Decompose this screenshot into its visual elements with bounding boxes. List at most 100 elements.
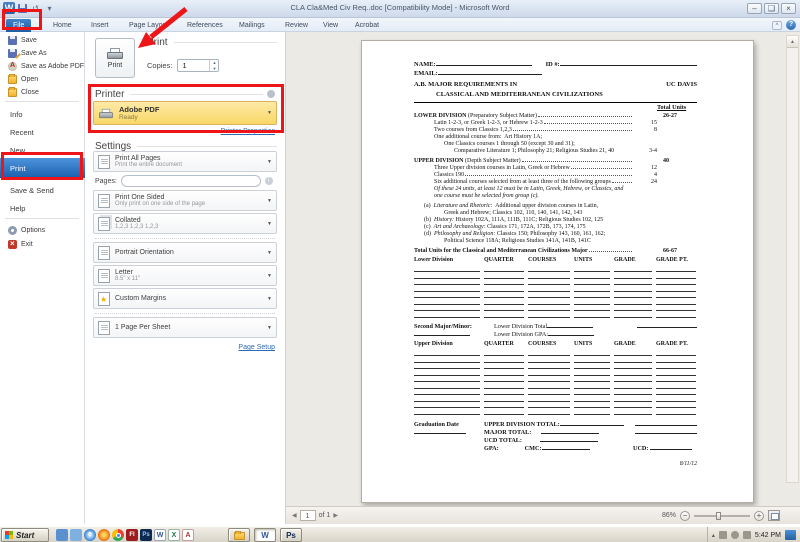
window-icon[interactable]: [70, 529, 82, 541]
clock[interactable]: 5:42 PM: [755, 532, 781, 539]
access-icon[interactable]: A: [182, 529, 194, 541]
photoshop-icon[interactable]: Ps: [140, 529, 152, 541]
next-page-icon[interactable]: ▶: [333, 512, 338, 519]
sidebar-item-open[interactable]: Open: [0, 73, 85, 86]
tab-acrobat[interactable]: Acrobat: [348, 19, 386, 32]
sidebar-item-help[interactable]: Help: [0, 200, 85, 216]
printer-icon: [99, 108, 113, 117]
flash-icon[interactable]: Fl: [126, 529, 138, 541]
sidebar-item-exit[interactable]: Exit: [0, 238, 85, 251]
chrome-icon[interactable]: [112, 529, 124, 541]
minimize-ribbon-icon[interactable]: ^: [772, 21, 782, 30]
folder-task-button[interactable]: [228, 528, 250, 542]
tab-references[interactable]: References: [180, 19, 230, 32]
photoshop-task-button[interactable]: Ps: [280, 528, 302, 542]
options-gear-icon: [8, 226, 17, 235]
document-line: One Classics courses 1 through 50 (excep…: [414, 141, 697, 148]
tray-network-icon[interactable]: [731, 531, 739, 539]
sidebar-item-save-and-send[interactable]: Save & Send: [0, 182, 85, 198]
tab-insert[interactable]: Insert: [84, 19, 116, 32]
close-button[interactable]: ×: [781, 3, 796, 14]
help-icon[interactable]: ?: [786, 20, 796, 30]
zoom-slider-thumb[interactable]: [716, 512, 721, 520]
previous-page-icon[interactable]: ◀: [292, 512, 297, 519]
print-range-dropdown[interactable]: Print All PagesPrint the entire document…: [93, 151, 277, 172]
excel-icon[interactable]: X: [168, 529, 180, 541]
sidebar-item-save[interactable]: Save: [0, 34, 85, 47]
show-desktop-edge-icon[interactable]: [785, 530, 796, 540]
print-button[interactable]: Print: [95, 38, 135, 78]
doc-footer-date: 8/11/12: [414, 461, 697, 467]
sidebar-item-save-as-adobe-pdf[interactable]: Save as Adobe PDF: [0, 60, 85, 73]
zoom-to-page-icon[interactable]: [768, 510, 780, 521]
chevron-down-icon: ▼: [267, 273, 272, 279]
duplex-dropdown[interactable]: Print One SidedOnly print on one side of…: [93, 190, 277, 211]
pages-per-sheet-dropdown[interactable]: 1 Page Per Sheet ▼: [93, 317, 277, 338]
tray-expand-icon[interactable]: ▴: [712, 532, 715, 539]
document-line: Political Science 118A; Religious Studie…: [414, 238, 697, 245]
copies-label: Copies:: [147, 61, 172, 70]
word-task-button[interactable]: W: [254, 528, 276, 542]
zoom-out-icon[interactable]: −: [680, 511, 690, 521]
preview-scrollbar[interactable]: ▲: [786, 35, 799, 483]
zoom-percentage[interactable]: 86%: [662, 512, 676, 519]
show-desktop-icon[interactable]: [56, 529, 68, 541]
scroll-up-icon[interactable]: ▲: [787, 36, 798, 48]
printer-heading: Printer: [95, 89, 263, 100]
doc-title-row2: CLASSICAL AND MEDITERRANEAN CIVILIZATION…: [414, 91, 697, 100]
exit-icon: [8, 240, 17, 249]
info-icon: i: [265, 177, 273, 185]
upper-division-table-header: Upper Division QUARTER COURSES UNITS GRA…: [414, 341, 697, 350]
orientation-dropdown[interactable]: Portrait Orientation ▼: [93, 242, 277, 263]
restore-button[interactable]: ❑: [764, 3, 779, 14]
tab-view[interactable]: View: [316, 19, 345, 32]
zoom-slider[interactable]: [694, 515, 750, 517]
tab-mailings[interactable]: Mailings: [232, 19, 272, 32]
internet-explorer-icon[interactable]: e: [84, 529, 96, 541]
status-bar: ◀ 1 of 1 ▶ 86% − +: [286, 506, 800, 524]
tab-home[interactable]: Home: [46, 19, 79, 32]
tab-file[interactable]: File: [6, 19, 31, 32]
sidebar-item-new[interactable]: New: [0, 142, 85, 158]
copies-stepper[interactable]: 1 ▲▼: [177, 59, 219, 72]
print-heading: Print: [147, 37, 277, 48]
printer-selector[interactable]: Adobe PDF Ready ▼: [93, 101, 277, 125]
chevron-down-icon: ▼: [267, 296, 272, 302]
minimize-button[interactable]: –: [747, 3, 762, 14]
word-icon[interactable]: W: [154, 529, 166, 541]
printer-icon: [107, 48, 123, 59]
paper-size-icon: [98, 269, 110, 283]
tray-volume-icon[interactable]: [743, 531, 751, 539]
current-page-input[interactable]: 1: [300, 510, 316, 521]
collation-dropdown[interactable]: Collated1,2,3 1,2,3 1,2,3 ▼: [93, 213, 277, 234]
zoom-in-icon[interactable]: +: [754, 511, 764, 521]
tab-page-layout[interactable]: Page Layout: [122, 19, 175, 32]
margins-dropdown[interactable]: Custom Margins ▼: [93, 288, 277, 309]
document-line: (b) History: History 102A, 111A, 111B, 1…: [414, 217, 697, 224]
sidebar-item-info[interactable]: Info: [0, 106, 85, 122]
sidebar-item-options[interactable]: Options: [0, 224, 85, 237]
document-line: LOWER DIVISION (Preparatory Subject Matt…: [414, 113, 697, 120]
sidebar-item-save-as[interactable]: Save As: [0, 47, 85, 60]
sidebar-item-print[interactable]: Print: [0, 158, 85, 178]
chevron-down-icon: ▼: [267, 198, 272, 204]
document-preview-page: NAME: ID #: EMAIL: A.B. MAJOR REQUIREMEN…: [361, 40, 754, 503]
folder-icon: [234, 532, 245, 540]
pages-input[interactable]: [121, 175, 261, 187]
sidebar-item-close[interactable]: Close: [0, 86, 85, 99]
copies-spin-arrows[interactable]: ▲▼: [209, 60, 218, 71]
sidebar-item-recent[interactable]: Recent: [0, 124, 85, 140]
page-setup-link[interactable]: Page Setup: [238, 344, 275, 351]
printer-status: Ready: [119, 114, 159, 121]
chevron-down-icon: ▼: [267, 221, 272, 227]
start-button[interactable]: Start: [1, 528, 49, 542]
tab-review[interactable]: Review: [278, 19, 315, 32]
tray-flag-icon[interactable]: [719, 531, 727, 539]
open-folder-icon: [8, 75, 17, 84]
printer-properties-link[interactable]: Printer Properties: [221, 128, 275, 135]
chevron-down-icon: ▼: [267, 325, 272, 331]
doc-name-row: NAME: ID #:: [414, 61, 697, 70]
firefox-icon[interactable]: [98, 529, 110, 541]
document-line: one course must be selected from group (…: [414, 193, 697, 200]
paper-size-dropdown[interactable]: Letter8.5" x 11" ▼: [93, 265, 277, 286]
